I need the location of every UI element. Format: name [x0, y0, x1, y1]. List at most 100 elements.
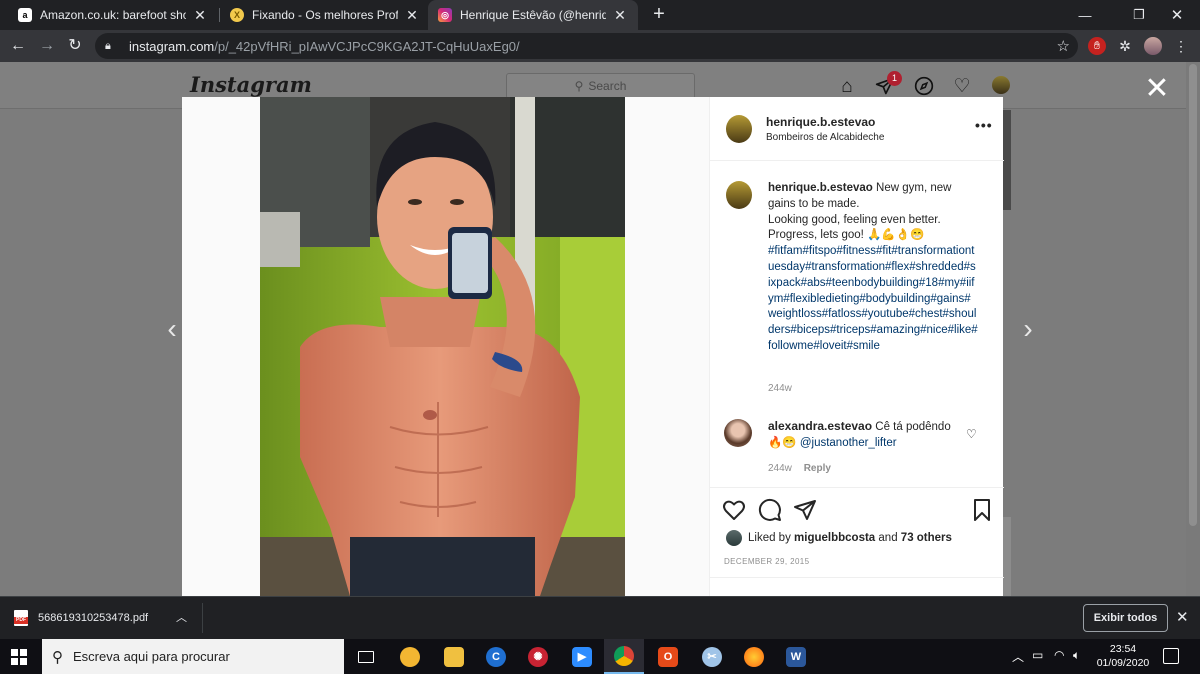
- windows-start-icon[interactable]: [11, 649, 27, 665]
- caption-username[interactable]: henrique.b.estevao: [768, 182, 873, 194]
- share-icon[interactable]: [793, 498, 819, 524]
- browser-toolbar: ← → ↻ 🔒︎ instagram.com/p/_42pVfHRi_pIAwV…: [0, 30, 1200, 62]
- liked-by-summary: Liked by miguelbbcosta and 73 others: [726, 530, 952, 546]
- page-scrollbar[interactable]: [1186, 62, 1200, 596]
- taskbar-search-input[interactable]: ⚲ Escreva aqui para procurar: [42, 639, 344, 674]
- divider: [710, 577, 1004, 578]
- liked-by-user[interactable]: miguelbbcosta: [794, 532, 875, 544]
- lock-icon: 🔒︎: [105, 39, 111, 52]
- download-item[interactable]: PDF 568619310253478.pdf: [14, 607, 148, 629]
- pdf-file-icon: PDF: [14, 610, 28, 626]
- caption-timestamp: 244w: [768, 383, 792, 394]
- zoom-icon[interactable]: ▶: [562, 639, 602, 674]
- liked-by-and: and: [878, 532, 898, 544]
- reply-button[interactable]: Reply: [804, 463, 831, 474]
- battery-icon[interactable]: ▭: [1032, 648, 1043, 662]
- fixando-icon: X: [230, 8, 244, 22]
- new-tab-button[interactable]: +: [648, 3, 670, 25]
- extensions-puzzle-icon[interactable]: ✲: [1116, 37, 1134, 55]
- close-downloads-bar-icon[interactable]: ✕: [1176, 608, 1189, 626]
- task-view-icon[interactable]: [346, 639, 386, 674]
- download-file-name: 568619310253478.pdf: [38, 612, 149, 624]
- chrome-taskbar-icon[interactable]: [604, 639, 644, 674]
- comment-mention[interactable]: @justanother_lifter: [800, 437, 897, 449]
- show-all-downloads-button[interactable]: Exibir todos: [1083, 604, 1168, 632]
- comment-timestamp: 244w: [768, 463, 792, 474]
- post-location[interactable]: Bombeiros de Alcabideche: [766, 132, 884, 143]
- tab-amazon[interactable]: a Amazon.co.uk: barefoot shoes ✕: [8, 0, 218, 30]
- volume-icon[interactable]: 🔈︎: [1073, 648, 1080, 663]
- like-comment-heart-icon[interactable]: ♡: [966, 427, 977, 441]
- tab-fixando[interactable]: X Fixando - Os melhores Profissionais ✕: [220, 0, 430, 30]
- show-hidden-icons-chevron-icon[interactable]: ︿: [1012, 648, 1024, 665]
- url-path: /p/_42pVfHRi_pIAwVCJPcC9KGA2JT-CqHuUaxEg…: [214, 38, 520, 54]
- clock-date: 01/09/2020: [1096, 657, 1150, 669]
- back-icon[interactable]: ←: [6, 34, 30, 58]
- comment-icon[interactable]: [758, 498, 784, 524]
- author-username[interactable]: henrique.b.estevao: [766, 115, 875, 129]
- caption-text: henrique.b.estevao New gym, new gains to…: [768, 181, 978, 355]
- profile-avatar[interactable]: [1144, 37, 1162, 55]
- previous-post-chevron-icon[interactable]: ‹: [162, 314, 182, 344]
- post-date[interactable]: DECEMBER 29, 2015: [724, 557, 810, 566]
- explore-icon[interactable]: [913, 76, 935, 98]
- action-center-icon[interactable]: [1163, 648, 1179, 664]
- compass-icon: [914, 76, 934, 96]
- close-modal-icon[interactable]: ✕: [1143, 74, 1171, 104]
- instagram-search-input[interactable]: ⚲ Search: [506, 73, 695, 99]
- caption-author-avatar[interactable]: [726, 181, 752, 209]
- address-bar[interactable]: 🔒︎ instagram.com/p/_42pVfHRi_pIAwVCJPcC9…: [95, 33, 1078, 59]
- word-icon[interactable]: W: [776, 639, 816, 674]
- forward-icon[interactable]: →: [35, 34, 59, 58]
- office-icon[interactable]: O: [648, 639, 688, 674]
- scrollbar-thumb[interactable]: [1189, 64, 1197, 526]
- post-photo[interactable]: [260, 97, 625, 596]
- commenter-avatar[interactable]: [724, 419, 752, 447]
- save-bookmark-icon[interactable]: [970, 498, 996, 524]
- like-heart-icon[interactable]: [722, 498, 748, 524]
- weather-icon[interactable]: [390, 639, 430, 674]
- reload-icon[interactable]: ↻: [63, 34, 87, 58]
- author-avatar[interactable]: [726, 115, 752, 143]
- post-side-panel: henrique.b.estevao Bombeiros de Alcabide…: [709, 97, 1004, 596]
- amazon-icon: a: [18, 8, 32, 22]
- wifi-icon[interactable]: ◠: [1054, 648, 1064, 662]
- close-window-icon[interactable]: ✕: [1154, 0, 1200, 30]
- snipping-tool-icon[interactable]: ✂: [692, 639, 732, 674]
- page-viewport: Instagram ⚲ Search ⌂ 1 ♡ ✕ ‹ › henrique.…: [0, 62, 1200, 596]
- home-icon[interactable]: ⌂: [836, 76, 858, 98]
- bookmark-star-icon[interactable]: ☆: [1057, 37, 1070, 55]
- comment-emoji: 🔥😁: [768, 436, 797, 449]
- minimize-icon[interactable]: —: [1062, 0, 1108, 30]
- extension-icon[interactable]: ✋︎: [1088, 37, 1106, 55]
- ccleaner-icon[interactable]: C: [476, 639, 516, 674]
- next-post-chevron-icon[interactable]: ›: [1018, 314, 1038, 344]
- activity-heart-icon[interactable]: ♡: [951, 76, 973, 98]
- commenter-username[interactable]: alexandra.estevao: [768, 419, 872, 433]
- caption-line: Progress, lets goo! 🙏💪👌😁: [768, 229, 925, 242]
- chevron-up-icon[interactable]: ︿: [176, 609, 187, 625]
- file-explorer-icon[interactable]: [434, 639, 474, 674]
- liked-by-label: Liked by: [748, 532, 791, 544]
- close-tab-icon[interactable]: ✕: [612, 7, 628, 24]
- system-clock[interactable]: 23:54 01/09/2020: [1092, 642, 1154, 670]
- close-tab-icon[interactable]: ✕: [192, 7, 208, 24]
- instagram-logo[interactable]: Instagram: [190, 72, 312, 97]
- caption-hashtags[interactable]: #fitfam#fitspo#fitness#fit#transformatio…: [768, 245, 978, 352]
- tab-instagram[interactable]: ◎ Henrique Estêvão (@henrique.b.estevao)…: [428, 0, 638, 30]
- tab-title: Henrique Estêvão (@henrique.b.estevao): [460, 8, 606, 22]
- chrome-menu-icon[interactable]: ⋮: [1172, 37, 1190, 55]
- windows-taskbar: ⚲ Escreva aqui para procurar C ✺ ▶ O ✂ W…: [0, 639, 1200, 674]
- post-header: henrique.b.estevao Bombeiros de Alcabide…: [710, 97, 1004, 161]
- background-strip: [1003, 517, 1011, 596]
- background-strip: [1003, 110, 1011, 210]
- antivirus-icon[interactable]: ✺: [518, 639, 558, 674]
- more-options-icon[interactable]: •••: [975, 117, 993, 133]
- firefox-icon[interactable]: [734, 639, 774, 674]
- heart-icon: [723, 500, 745, 520]
- close-tab-icon[interactable]: ✕: [404, 7, 420, 24]
- paper-plane-icon: [794, 500, 816, 520]
- liked-by-others[interactable]: 73 others: [901, 532, 952, 544]
- instagram-profile-avatar[interactable]: [992, 76, 1010, 94]
- liker-avatar[interactable]: [726, 530, 742, 546]
